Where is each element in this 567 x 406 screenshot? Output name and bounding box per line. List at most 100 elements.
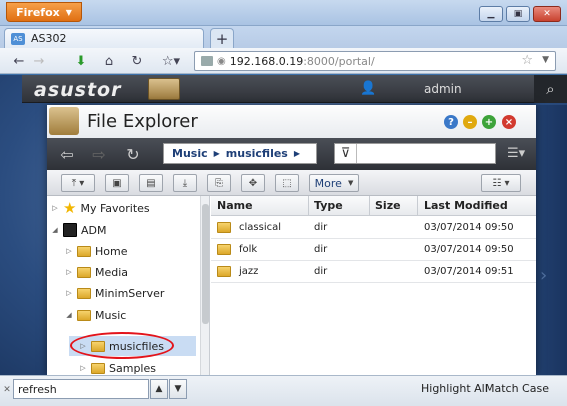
forward-arrow-icon[interactable]: ⇨ [89,144,109,164]
back-arrow-icon[interactable]: ⇦ [57,144,77,164]
download-icon[interactable]: ⬇ [72,52,90,70]
browser-titlebar: Firefox ▼ ▁ ▣ ✕ [0,0,567,26]
find-next-button[interactable]: ▼ [169,379,187,399]
filter-input[interactable]: ⊽ [334,143,496,164]
folder-icon [77,287,91,299]
expand-icon[interactable]: ▷ [65,268,73,276]
asustor-favicon-icon: AS [11,32,25,45]
reload-icon[interactable]: ↻ [128,52,146,70]
find-input-value: refresh [18,382,57,396]
breadcrumb[interactable]: Music ▶ musicfiles ▶ [163,143,317,164]
firefox-menu-button[interactable]: Firefox ▼ [6,2,82,22]
folder-icon [77,309,91,321]
filter-icon[interactable]: ⊽ [335,144,357,163]
tab-as302[interactable]: AS AS302 [4,28,204,48]
tree-item-minimserver[interactable]: ▷ MinimServer [65,283,164,303]
find-input[interactable]: refresh [13,379,149,399]
file-explorer-titlebar[interactable]: File Explorer ? – + × [47,105,536,138]
forward-icon[interactable]: → [30,52,48,70]
firefox-menu-label: Firefox [16,5,60,19]
desktop-background [536,105,567,375]
select-button[interactable]: ⬚ [275,174,299,192]
tree-item-label: My Favorites [80,201,150,215]
bookmark-star-icon[interactable]: ☆ [521,53,533,68]
column-divider [308,196,309,216]
column-header-name[interactable]: Name [217,199,253,212]
search-icon[interactable]: ⌕ [534,75,567,103]
tree-item-home[interactable]: ▷ Home [65,241,127,261]
tree-item-label: Media [95,265,129,279]
chevron-down-icon: ▼ [347,179,354,187]
chevron-down-icon: ▼ [65,7,72,17]
bookmarks-menu-icon[interactable]: ☆▾ [158,52,184,70]
paste-button[interactable]: ⎘ [207,174,231,192]
maximize-icon[interactable]: + [482,115,496,129]
file-name: classical [239,222,282,233]
breadcrumb-item[interactable]: Music [172,147,208,160]
highlight-all-button[interactable]: Highlight All [421,382,488,395]
tree-item-my-favorites[interactable]: ▷ ★ My Favorites [51,198,150,218]
table-row[interactable]: jazz dir 03/07/2014 09:51 [211,261,536,283]
collapse-icon[interactable]: ◢ [65,311,73,319]
new-folder-button[interactable]: ▣ [105,174,129,192]
folder-icon [77,245,91,257]
view-options-icon[interactable]: ☰▾ [507,146,525,161]
download-button[interactable]: ⤓ [173,174,197,192]
asustor-topbar: asustor 👤 admin ⌕ [22,75,567,103]
maximize-button[interactable]: ▣ [506,6,530,22]
file-list-header: Name Type Size Last Modified [211,196,536,216]
minimize-icon[interactable]: – [463,115,477,129]
tree-item-adm[interactable]: ◢ ADM [51,220,107,240]
column-divider [417,196,418,216]
new-tab-button[interactable]: + [210,28,234,48]
file-explorer-app-icon [49,107,79,135]
tree-item-media[interactable]: ▷ Media [65,262,128,282]
column-header-last-modified[interactable]: Last Modified [424,199,508,212]
folder-icon [217,244,231,255]
tree-item-music[interactable]: ◢ Music [65,305,126,325]
folder-icon [91,362,105,374]
upload-button[interactable]: ⤒ ▾ [61,174,95,192]
back-icon[interactable]: ← [10,52,28,70]
help-icon[interactable]: ? [444,115,458,129]
file-explorer-app-button[interactable] [148,78,180,100]
file-explorer-window: File Explorer ? – + × ⇦ ⇨ ↻ Music ▶ musi… [47,105,536,375]
expand-icon[interactable]: ▷ [51,204,59,212]
expand-icon[interactable]: ▷ [65,289,73,297]
column-header-size[interactable]: Size [375,199,401,212]
star-icon: ★ [63,199,77,217]
close-window-button[interactable]: ✕ [533,6,561,22]
url-host: 192.168.0.19 [229,54,304,68]
table-row[interactable]: classical dir 03/07/2014 09:50 [211,217,536,239]
site-identity-icon[interactable] [201,56,213,66]
folder-tree: ▷ ★ My Favorites ◢ ADM ▷ Home ▷ Media ▷ [47,196,210,375]
user-icon: 👤 [360,81,377,96]
expand-icon[interactable]: ▷ [79,364,87,372]
file-type: dir [314,266,328,277]
close-icon[interactable]: ✕ [2,385,12,395]
view-mode-button[interactable]: ☷ ▾ [481,174,521,192]
close-icon[interactable]: × [502,115,516,129]
minimize-button[interactable]: ▁ [479,6,503,22]
more-button[interactable]: More ▼ [309,174,359,192]
scrollbar-thumb[interactable] [202,204,209,324]
home-icon[interactable]: ⌂ [100,52,118,70]
tab-strip: AS AS302 + [0,26,567,48]
refresh-icon[interactable]: ↻ [123,144,143,164]
username[interactable]: admin [424,82,462,96]
breadcrumb-item[interactable]: musicfiles [226,147,288,160]
history-dropdown-icon[interactable]: ▼ [542,55,549,65]
file-modified: 03/07/2014 09:50 [424,244,514,255]
move-button[interactable]: ✥ [241,174,265,192]
tree-item-samples[interactable]: ▷ Samples [79,358,156,375]
tree-item-label: Home [95,244,128,258]
expand-icon[interactable]: ▷ [65,247,73,255]
copy-button[interactable]: ▤ [139,174,163,192]
match-case-button[interactable]: Match Case [485,382,549,395]
column-header-type[interactable]: Type [314,199,343,212]
collapse-icon[interactable]: ◢ [51,226,59,234]
url-bar[interactable]: ◉ 192.168.0.19:8000/portal/ ☆ ▼ [194,51,556,71]
table-row[interactable]: folk dir 03/07/2014 09:50 [211,239,536,261]
find-previous-button[interactable]: ▲ [150,379,168,399]
tree-scrollbar[interactable] [200,196,209,375]
